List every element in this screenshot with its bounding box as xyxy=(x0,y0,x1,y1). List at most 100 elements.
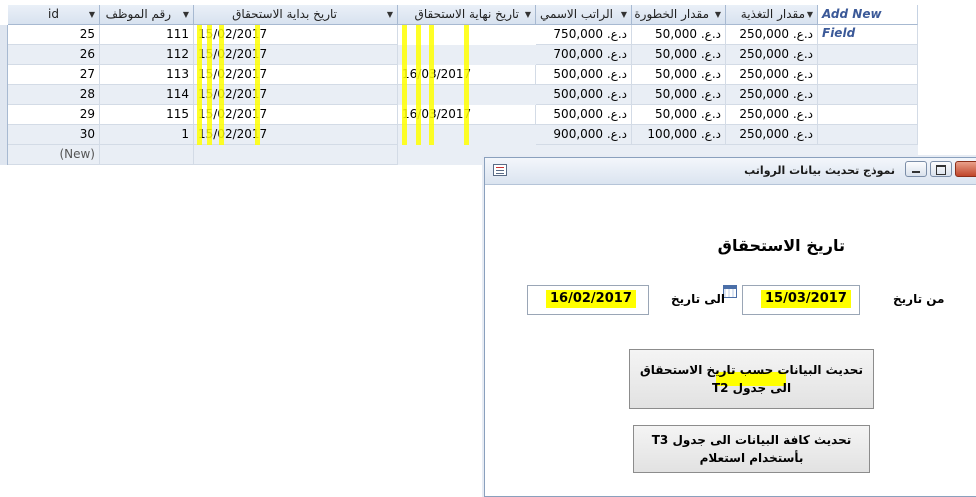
table-cell-risk[interactable]: د.ع. 50,000 xyxy=(632,105,726,125)
from-date-value: 15/03/2017 xyxy=(761,290,851,308)
table-cell-food[interactable]: د.ع. 250,000 xyxy=(726,45,818,65)
table-cell-id[interactable]: 28 xyxy=(8,85,100,105)
table-cell-id[interactable]: 30 xyxy=(8,125,100,145)
close-icon[interactable] xyxy=(955,161,976,177)
highlight-mark xyxy=(416,25,421,145)
highlight-mark xyxy=(429,25,434,145)
table-cell-food[interactable]: د.ع. 250,000 xyxy=(726,65,818,85)
table-cell-food[interactable]: د.ع. 250,000 xyxy=(726,85,818,105)
row-selector[interactable] xyxy=(0,65,8,85)
highlight-mark xyxy=(207,25,212,145)
table-cell-emp[interactable]: 114 xyxy=(100,85,194,105)
table-cell-salary[interactable]: د.ع. 750,000 xyxy=(536,25,632,45)
dropdown-arrow-icon[interactable]: ▼ xyxy=(807,5,813,24)
table-cell-empty[interactable] xyxy=(818,85,918,105)
button-label: تحديث البيانات حسب تاريخ الاستحقاق الى ج… xyxy=(640,363,863,395)
form-title-bar[interactable]: نموذج تحديث بيانات الرواتب xyxy=(485,158,976,185)
table-cell-start[interactable]: 15/02/2017 xyxy=(194,85,398,105)
table-cell-id[interactable]: 25 xyxy=(8,25,100,45)
table-cell-start[interactable]: 15/02/2017 xyxy=(194,65,398,85)
table-cell-salary[interactable]: د.ع. 500,000 xyxy=(536,65,632,85)
table-cell-salary[interactable]: د.ع. 500,000 xyxy=(536,105,632,125)
column-header-label: تاريخ بداية الاستحقاق xyxy=(232,7,337,21)
dropdown-arrow-icon[interactable]: ▼ xyxy=(621,5,627,24)
table-cell-risk[interactable]: د.ع. 100,000 xyxy=(632,125,726,145)
table-cell-food[interactable]: د.ع. 250,000 xyxy=(726,25,818,45)
table-cell-start[interactable]: 15/02/2017 xyxy=(194,25,398,45)
form-title: نموذج تحديث بيانات الرواتب xyxy=(744,164,895,177)
from-date-input[interactable]: 15/03/2017 xyxy=(742,285,860,315)
table-cell-risk[interactable]: د.ع. 50,000 xyxy=(632,85,726,105)
table-cell-emp[interactable]: 1 xyxy=(100,125,194,145)
table-cell-empty[interactable] xyxy=(818,25,918,45)
table-cell-emp[interactable]: 113 xyxy=(100,65,194,85)
dropdown-arrow-icon[interactable]: ▼ xyxy=(387,5,393,24)
dropdown-arrow-icon[interactable]: ▼ xyxy=(89,5,95,24)
row-selector[interactable] xyxy=(0,25,8,45)
column-header-employee-number[interactable]: رقم الموظف ▼ xyxy=(100,5,194,25)
table-cell-food[interactable]: د.ع. 250,000 xyxy=(726,125,818,145)
table-cell-emp[interactable]: 115 xyxy=(100,105,194,125)
column-header-risk-amount[interactable]: مقدار الخطورة ▼ xyxy=(632,5,726,25)
table-row[interactable]: 28 114 15/02/2017 16/03/2017 د.ع. 500,000 د.ع… xyxy=(0,85,918,125)
dropdown-arrow-icon[interactable]: ▼ xyxy=(715,5,721,24)
table-cell-emp[interactable]: 112 xyxy=(100,45,194,65)
column-header-label: الراتب الاسمي xyxy=(539,7,613,21)
table-cell-start[interactable]: 15/02/2017 xyxy=(194,45,398,65)
table-row[interactable]: 30115/02/201716/03/2017د.ع. 900,000د.ع. … xyxy=(0,125,918,165)
row-selector[interactable] xyxy=(0,125,8,145)
table-cell-risk[interactable]: د.ع. 50,000 xyxy=(632,25,726,45)
dropdown-arrow-icon[interactable]: ▼ xyxy=(525,5,531,24)
table-row[interactable]: 2911515/02/201716/03/2017د.ع. 500,000د.ع… xyxy=(0,105,918,145)
row-selector[interactable] xyxy=(0,45,8,65)
table-cell-empty[interactable] xyxy=(818,45,918,65)
column-header-start-date[interactable]: تاريخ بداية الاستحقاق ▼ xyxy=(194,5,398,25)
table-cell-salary[interactable]: د.ع. 700,000 xyxy=(536,45,632,65)
row-selector[interactable] xyxy=(0,85,8,105)
table-cell-id[interactable]: 29 xyxy=(8,105,100,125)
table-cell-empty[interactable] xyxy=(818,125,918,145)
column-header-id[interactable]: id ▼ xyxy=(8,5,100,25)
column-header-food-amount[interactable]: مقدار التغذية ▼ xyxy=(726,5,818,25)
table-cell-emp[interactable]: 111 xyxy=(100,25,194,45)
add-new-field-header[interactable]: Add New Field xyxy=(818,5,918,40)
salary-update-form-window: نموذج تحديث بيانات الرواتب تاريخ الاستحق… xyxy=(484,157,976,497)
table-cell-start[interactable]: 15/02/2017 xyxy=(194,125,398,145)
column-header-label: مقدار الخطورة xyxy=(634,7,709,21)
update-by-date-t2-button[interactable]: تحديث البيانات حسب تاريخ الاستحقاق الى ج… xyxy=(629,349,874,409)
table-cell-id[interactable]: 27 xyxy=(8,65,100,85)
table-cell[interactable] xyxy=(100,145,194,165)
from-date-label: من تاريخ xyxy=(893,292,945,306)
highlight-mark xyxy=(255,25,260,145)
new-record-label: (New) xyxy=(8,145,100,165)
column-header-label: تاريخ نهاية الاستحقاق xyxy=(414,7,519,21)
table-cell[interactable] xyxy=(194,145,398,165)
table-row[interactable]: 2711315/02/201716/03/2017د.ع. 500,000د.ع… xyxy=(0,65,918,105)
calendar-icon[interactable] xyxy=(723,285,737,298)
highlight-mark xyxy=(197,25,202,145)
highlight-mark xyxy=(402,25,407,145)
table-cell-food[interactable]: د.ع. 250,000 xyxy=(726,105,818,125)
table-cell-risk[interactable]: د.ع. 50,000 xyxy=(632,65,726,85)
column-header-end-date[interactable]: تاريخ نهاية الاستحقاق ▼ xyxy=(398,5,536,25)
table-cell-risk[interactable]: د.ع. 50,000 xyxy=(632,45,726,65)
row-selector[interactable] xyxy=(0,145,8,165)
table-row[interactable]: 2511115/02/201716/03/2017د.ع. 750,000د.ع… xyxy=(0,25,918,65)
table-cell-salary[interactable]: د.ع. 900,000 xyxy=(536,125,632,145)
minimize-icon[interactable] xyxy=(905,161,927,177)
dropdown-arrow-icon[interactable]: ▼ xyxy=(183,5,189,24)
table-cell-salary[interactable]: د.ع. 500,000 xyxy=(536,85,632,105)
due-date-heading: تاريخ الاستحقاق xyxy=(717,236,845,255)
table-row[interactable]: 26 112 15/02/2017 16/03/2017 د.ع. 700,000 د.ع… xyxy=(0,45,918,85)
to-date-input[interactable]: 16/02/2017 xyxy=(527,285,649,315)
update-all-t3-button[interactable]: تحديث كافة البيانات الى جدول T3 بأستخدام… xyxy=(633,425,870,473)
row-selector[interactable] xyxy=(0,105,8,125)
table-cell-empty[interactable] xyxy=(818,105,918,125)
highlight-mark xyxy=(219,25,224,145)
column-header-base-salary[interactable]: الراتب الاسمي ▼ xyxy=(536,5,632,25)
table-cell-empty[interactable] xyxy=(818,65,918,85)
table-cell-start[interactable]: 15/02/2017 xyxy=(194,105,398,125)
maximize-icon[interactable] xyxy=(930,161,952,177)
column-header-label: رقم الموظف xyxy=(105,7,171,21)
table-cell-id[interactable]: 26 xyxy=(8,45,100,65)
